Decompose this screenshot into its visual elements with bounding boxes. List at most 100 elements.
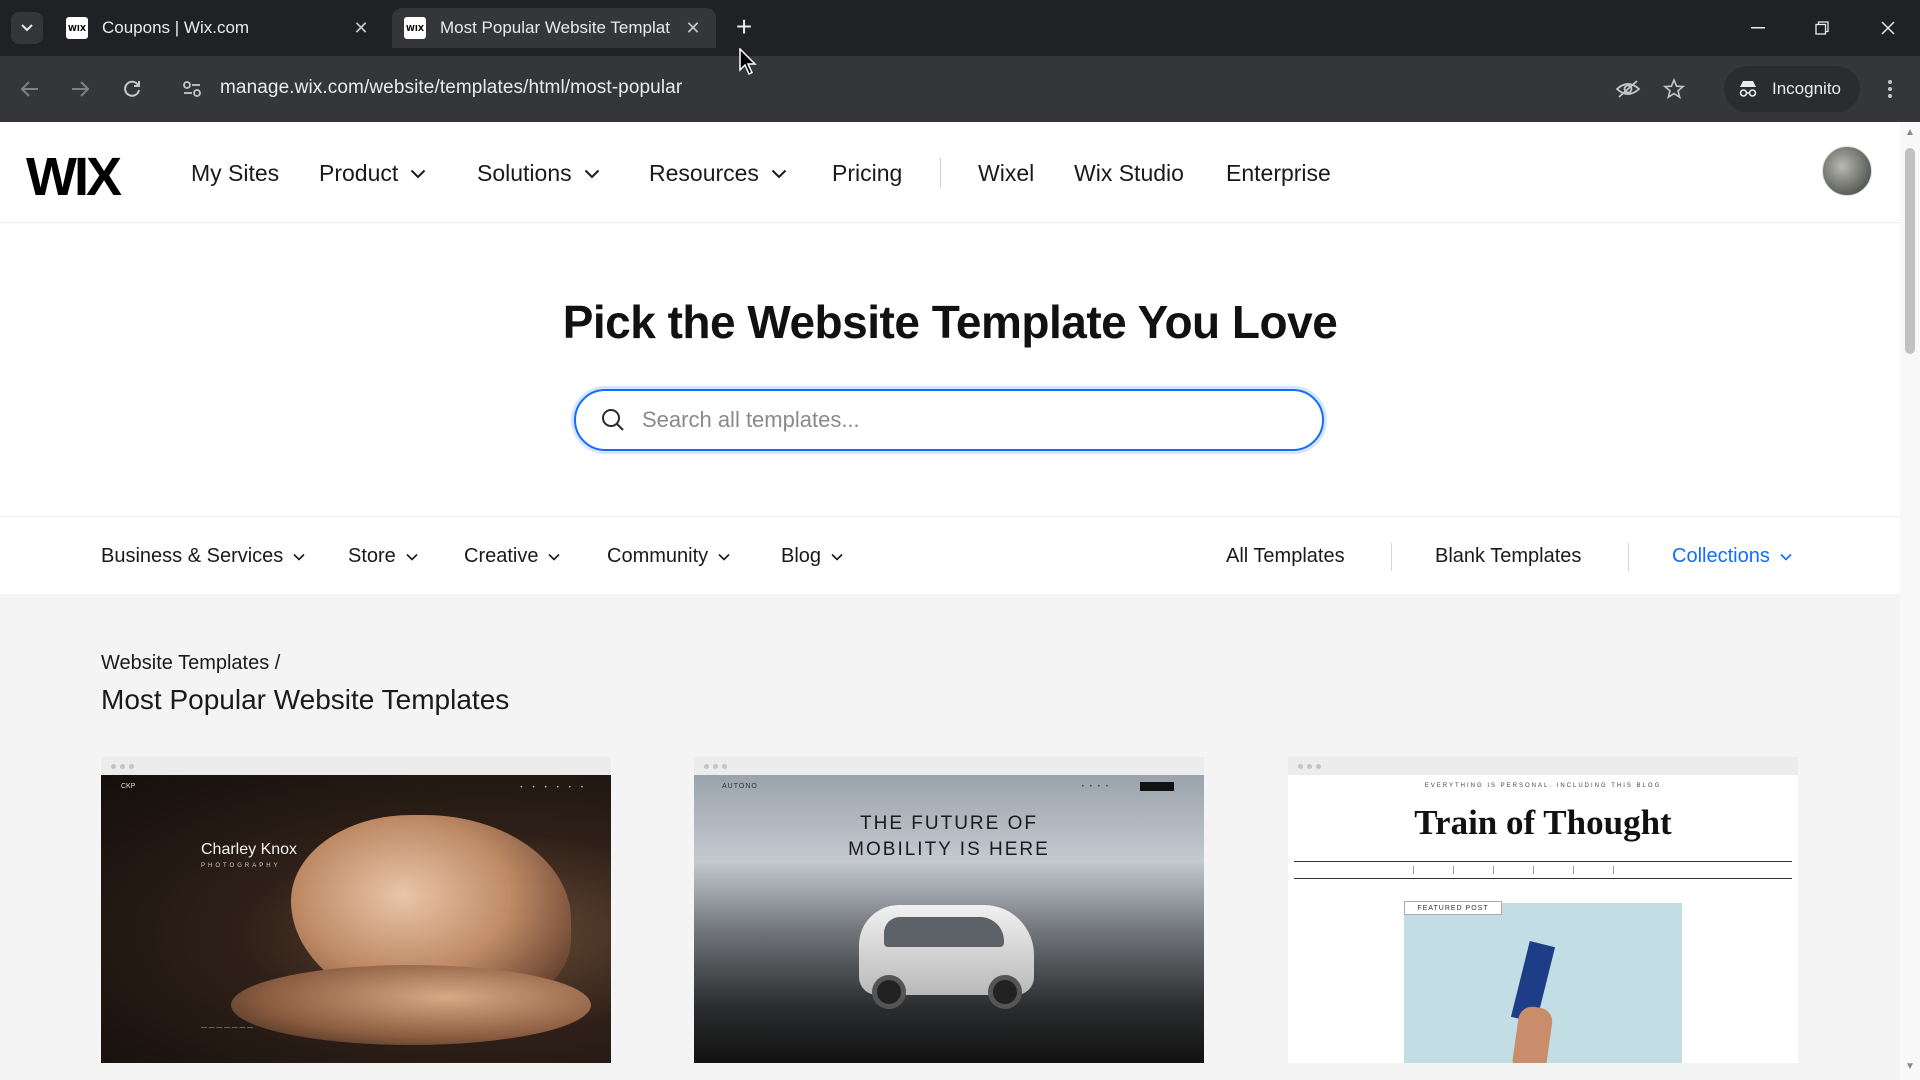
category-store[interactable]: Store	[348, 545, 418, 568]
scroll-thumb[interactable]	[1905, 148, 1915, 354]
browser-toolbar: manage.wix.com/website/templates/html/mo…	[0, 56, 1920, 122]
template-headline: THE FUTURE OF MOBILITY IS HERE	[848, 813, 1050, 860]
category-community[interactable]: Community	[607, 545, 730, 568]
tab-title: Most Popular Website Templat	[440, 18, 670, 37]
site-info-icon[interactable]	[174, 71, 210, 107]
category-label: Store	[348, 545, 396, 567]
nav-label: Enterprise	[1226, 160, 1331, 186]
category-label: All Templates	[1226, 545, 1345, 567]
card-window-bar	[101, 757, 611, 775]
nav-label: Product	[319, 160, 399, 186]
nav-solutions[interactable]: Solutions	[477, 160, 600, 187]
chevron-down-icon	[718, 553, 730, 561]
avatar[interactable]	[1822, 146, 1872, 196]
chevron-down-icon	[411, 169, 426, 178]
scroll-up-icon[interactable]: ▲	[1904, 128, 1916, 138]
chevron-down-icon	[771, 169, 787, 178]
category-divider	[1391, 543, 1392, 571]
wix-favicon-icon: WIX	[404, 17, 426, 39]
nav-divider	[940, 158, 941, 188]
search-input[interactable]	[642, 407, 1282, 433]
template-name: Charley Knox	[201, 841, 298, 858]
page-scrollbar[interactable]: ▲ ▼	[1900, 122, 1920, 1080]
category-bar: Business & Services Store Creative Commu…	[0, 516, 1900, 594]
page-title: Pick the Website Template You Love	[562, 296, 1338, 348]
template-card-mobility[interactable]: AUTONO •••• THE FUTURE OF MOBILITY IS HE…	[694, 757, 1204, 1063]
nav-wixel[interactable]: Wixel	[978, 160, 1034, 187]
restore-icon[interactable]	[1802, 10, 1842, 46]
tab-title: Coupons | Wix.com	[102, 18, 250, 37]
nav-resources[interactable]: Resources	[649, 160, 787, 187]
address-bar[interactable]: manage.wix.com/website/templates/html/mo…	[220, 77, 682, 99]
link-blank-templates[interactable]: Blank Templates	[1435, 545, 1581, 568]
category-label: Community	[607, 545, 709, 567]
category-business-services[interactable]: Business & Services	[101, 545, 305, 568]
chevron-down-icon	[406, 553, 418, 561]
category-label: Creative	[464, 545, 539, 567]
nav-label: Resources	[649, 160, 759, 186]
nav-my-sites[interactable]: My Sites	[191, 160, 279, 187]
mouse-cursor-icon	[739, 48, 757, 76]
close-icon[interactable]: ✕	[682, 17, 704, 39]
collections-dropdown[interactable]: Collections	[1672, 545, 1792, 568]
template-subtitle: PHOTOGRAPHY	[201, 863, 281, 869]
tab-search-icon[interactable]	[11, 12, 43, 44]
back-icon[interactable]	[12, 71, 48, 107]
template-title: Train of Thought	[1414, 803, 1672, 842]
star-icon[interactable]	[1656, 71, 1692, 107]
scroll-down-icon[interactable]: ▼	[1904, 1062, 1916, 1072]
link-all-templates[interactable]: All Templates	[1226, 545, 1345, 568]
breadcrumb[interactable]: Website Templates /	[101, 652, 280, 675]
category-label: Collections	[1672, 545, 1770, 567]
browser-tab-most-popular[interactable]: WIX Most Popular Website Templat ✕	[392, 8, 716, 48]
minimize-icon[interactable]	[1738, 10, 1778, 46]
template-card-photography[interactable]: CKP •••••• Charley Knox PHOTOGRAPHY — — …	[101, 757, 611, 1063]
category-creative[interactable]: Creative	[464, 545, 561, 568]
wix-favicon-icon: WIX	[66, 17, 88, 39]
chevron-down-icon	[1780, 553, 1792, 561]
reload-icon[interactable]	[114, 71, 150, 107]
window-close-icon[interactable]	[1868, 10, 1908, 46]
template-preview[interactable]: EVERYTHING IS PERSONAL. INCLUDING THIS B…	[1288, 775, 1798, 1063]
browser-titlebar: WIX Coupons | Wix.com ✕ WIX Most Popular…	[0, 0, 1920, 56]
new-tab-icon[interactable]: +	[730, 13, 758, 42]
template-search[interactable]	[574, 389, 1324, 451]
template-kicker: EVERYTHING IS PERSONAL. INCLUDING THIS B…	[1424, 783, 1662, 789]
eye-off-icon[interactable]	[1610, 71, 1646, 107]
nav-label: Solutions	[477, 160, 572, 186]
chevron-down-icon	[584, 169, 599, 178]
featured-badge: FEATURED POST	[1404, 901, 1502, 915]
category-blog[interactable]: Blog	[781, 545, 843, 568]
search-icon	[602, 409, 624, 431]
more-icon[interactable]	[1872, 71, 1908, 107]
chevron-down-icon	[831, 553, 843, 561]
forward-icon[interactable]	[62, 71, 98, 107]
category-label: Blog	[781, 545, 822, 567]
category-label: Blank Templates	[1435, 545, 1582, 567]
incognito-label: Incognito	[1772, 79, 1841, 98]
template-preview[interactable]: CKP •••••• Charley Knox PHOTOGRAPHY — — …	[101, 775, 611, 1063]
template-card-blog[interactable]: EVERYTHING IS PERSONAL. INCLUDING THIS B…	[1288, 757, 1798, 1063]
nav-wix-studio[interactable]: Wix Studio	[1074, 160, 1184, 187]
templates-section: Website Templates / Most Popular Website…	[0, 594, 1900, 1080]
nav-pricing[interactable]: Pricing	[832, 160, 902, 187]
chevron-down-icon	[293, 553, 305, 561]
incognito-badge[interactable]: Incognito	[1724, 66, 1860, 112]
nav-product[interactable]: Product	[319, 160, 426, 187]
category-divider	[1628, 543, 1629, 571]
section-title: Most Popular Website Templates	[101, 684, 510, 715]
category-label: Business & Services	[101, 545, 284, 567]
card-window-bar	[694, 757, 1204, 775]
site-header: WIX My Sites Product Solutions Resources…	[0, 122, 1900, 223]
nav-enterprise[interactable]: Enterprise	[1226, 160, 1331, 187]
template-preview[interactable]: AUTONO •••• THE FUTURE OF MOBILITY IS HE…	[694, 775, 1204, 1063]
nav-label: Wix Studio	[1074, 160, 1184, 186]
incognito-icon	[1739, 81, 1757, 97]
close-icon[interactable]: ✕	[350, 17, 372, 39]
nav-label: My Sites	[191, 160, 280, 186]
nav-label: Wixel	[978, 160, 1035, 186]
wix-logo[interactable]: WIX	[26, 146, 122, 208]
browser-tab-coupons[interactable]: WIX Coupons | Wix.com ✕	[54, 8, 384, 48]
nav-label: Pricing	[832, 160, 903, 186]
card-window-bar	[1288, 757, 1798, 775]
